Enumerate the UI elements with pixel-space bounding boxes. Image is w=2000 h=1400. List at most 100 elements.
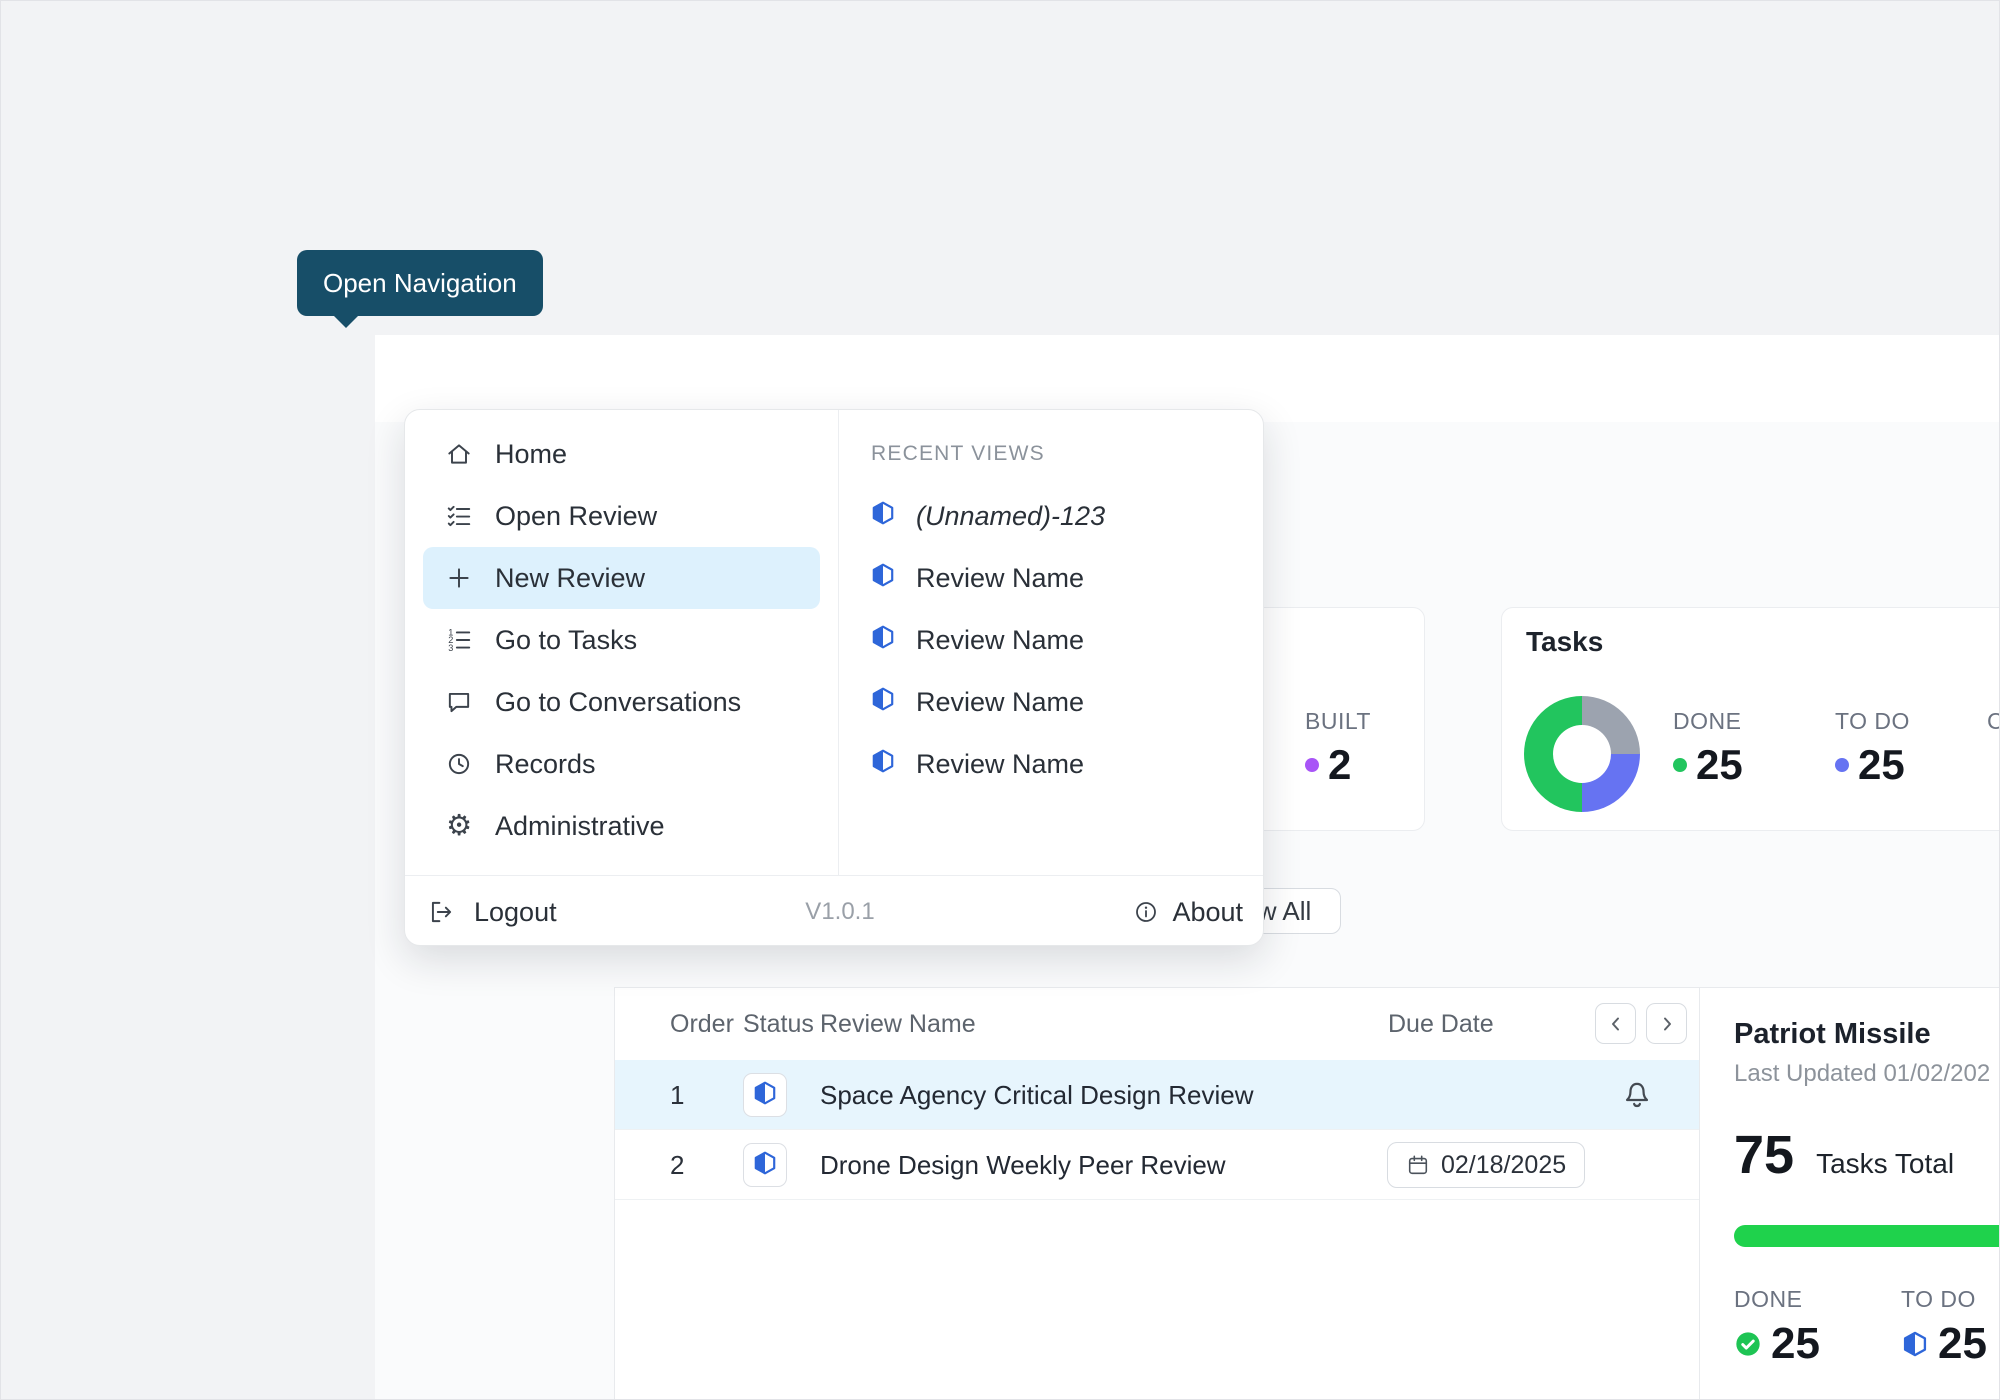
menu-item-records[interactable]: Records (423, 733, 820, 795)
logout-icon (427, 898, 455, 926)
recent-view-label: Review Name (916, 687, 1084, 718)
history-icon (445, 750, 473, 778)
menu-item-label: Administrative (495, 811, 665, 842)
check-circle-icon (1734, 1330, 1762, 1358)
recent-view-item[interactable]: Review Name (838, 671, 1263, 733)
reviews-table: Order Status Review Name Due Date 1 (615, 988, 1699, 1400)
numbered-list-icon: 123 (445, 626, 473, 654)
detail-done-label: DONE (1734, 1286, 1820, 1313)
detail-last-updated: Last Updated 01/02/202 (1734, 1060, 2000, 1088)
reviews-panel: Order Status Review Name Due Date 1 (614, 987, 2000, 1400)
app-root: S Home BUILT 2 Tasks DONE 25 TO DO (0, 0, 2000, 1400)
detail-done-value: 25 (1771, 1319, 1820, 1369)
menu-item-go-to-tasks[interactable]: 123 Go to Tasks (423, 609, 820, 671)
menu-footer: Logout V1.0.1 About (405, 875, 1263, 947)
table-header-row: Order Status Review Name Due Date (615, 988, 1699, 1060)
pagination-prev-button[interactable] (1595, 1003, 1636, 1044)
tasks-card: Tasks DONE 25 TO DO 25 C (1501, 607, 2000, 831)
tasks-done-label: DONE (1673, 708, 1743, 735)
home-icon (445, 440, 473, 468)
recent-views-section: RECENT VIEWS (Unnamed)-123 Review Name R… (838, 423, 1263, 795)
svg-text:3: 3 (448, 643, 453, 653)
recent-view-label: Review Name (916, 749, 1084, 780)
column-header-status: Status (743, 1010, 814, 1039)
todo-dot-icon (1835, 758, 1849, 772)
open-navigation-tooltip: Open Navigation (297, 250, 543, 316)
progress-fill (1734, 1225, 2000, 1247)
calendar-icon (1406, 1153, 1430, 1177)
version-label: V1.0.1 (805, 876, 874, 948)
detail-total: 75 Tasks Total (1734, 1124, 1954, 1186)
table-row[interactable]: 2 Drone Design Weekly Peer Review 02/18/… (615, 1130, 1699, 1200)
built-stat-label: BUILT (1305, 708, 1371, 735)
navigation-menu: Home Open Review New Review 123 Go to Ta… (404, 409, 1264, 946)
menu-item-go-to-conversations[interactable]: Go to Conversations (423, 671, 820, 733)
recent-view-item[interactable]: Review Name (838, 609, 1263, 671)
hexagon-status-icon (752, 1150, 778, 1181)
recent-view-label: Review Name (916, 625, 1084, 656)
tasks-card-title: Tasks (1526, 626, 1603, 658)
recent-view-item[interactable]: Review Name (838, 547, 1263, 609)
row-order: 2 (670, 1150, 684, 1181)
built-dot-icon (1305, 758, 1319, 772)
tasks-todo-stat: TO DO 25 (1835, 708, 1910, 789)
menu-item-new-review[interactable]: New Review (423, 547, 820, 609)
menu-item-label: Open Review (495, 501, 657, 532)
tasks-done-value: 25 (1696, 741, 1743, 789)
progress-bar (1734, 1225, 2000, 1247)
due-date-value: 02/18/2025 (1441, 1151, 1566, 1180)
menu-item-home[interactable]: Home (423, 423, 820, 485)
row-review-name: Space Agency Critical Design Review (820, 1080, 1254, 1111)
tasks-todo-label: TO DO (1835, 708, 1910, 735)
hexagon-status-icon (870, 624, 896, 657)
tasks-clipped-stat: C (1987, 708, 2000, 735)
menu-item-administrative[interactable]: ⚙ Administrative (423, 795, 820, 857)
menu-item-label: New Review (495, 563, 645, 594)
menu-item-label: Go to Conversations (495, 687, 741, 718)
row-status-button[interactable] (743, 1143, 787, 1187)
recent-views-heading: RECENT VIEWS (838, 423, 1263, 485)
column-header-due-date: Due Date (1388, 1010, 1494, 1039)
table-row[interactable]: 1 Space Agency Critical Design Review (615, 1060, 1699, 1130)
recent-view-label: (Unnamed)-123 (916, 501, 1105, 532)
menu-item-open-review[interactable]: Open Review (423, 485, 820, 547)
built-stat: BUILT 2 (1305, 708, 1371, 789)
about-label: About (1172, 897, 1243, 928)
column-header-order: Order (670, 1010, 734, 1039)
due-date-chip[interactable]: 02/18/2025 (1387, 1142, 1585, 1188)
recent-view-label: Review Name (916, 563, 1084, 594)
hexagon-status-icon (870, 686, 896, 719)
hexagon-status-icon (870, 748, 896, 781)
hexagon-status-icon (1901, 1319, 1929, 1369)
logout-button[interactable]: Logout (427, 876, 557, 948)
row-review-name: Drone Design Weekly Peer Review (820, 1150, 1226, 1181)
tasks-total-value: 75 (1734, 1124, 1794, 1186)
pagination-next-button[interactable] (1646, 1003, 1687, 1044)
hexagon-status-icon (870, 562, 896, 595)
detail-todo-value: 25 (1938, 1319, 1987, 1369)
chevron-right-icon (1657, 1014, 1677, 1034)
tasks-todo-value: 25 (1858, 741, 1905, 789)
tasks-total-label: Tasks Total (1816, 1148, 1954, 1180)
recent-view-item[interactable]: (Unnamed)-123 (838, 485, 1263, 547)
row-order: 1 (670, 1080, 684, 1111)
row-status-button[interactable] (743, 1073, 787, 1117)
plus-icon (445, 564, 473, 592)
menu-item-label: Home (495, 439, 567, 470)
chat-icon (445, 688, 473, 716)
column-header-review-name: Review Name (820, 1010, 976, 1039)
menu-item-label: Records (495, 749, 596, 780)
menu-item-list: Home Open Review New Review 123 Go to Ta… (405, 423, 838, 857)
hexagon-status-icon (870, 500, 896, 533)
tasks-done-stat: DONE 25 (1673, 708, 1743, 789)
chevron-left-icon (1606, 1014, 1626, 1034)
tasks-donut (1524, 696, 1640, 812)
info-icon (1132, 898, 1160, 926)
tasks-clipped-label: C (1987, 708, 2000, 735)
menu-item-label: Go to Tasks (495, 625, 637, 656)
recent-view-item[interactable]: Review Name (838, 733, 1263, 795)
about-button[interactable]: About (1132, 876, 1243, 948)
detail-done-stat: DONE 25 (1734, 1286, 1820, 1369)
notification-bell-icon[interactable] (1620, 1078, 1654, 1112)
logout-label: Logout (474, 897, 557, 928)
